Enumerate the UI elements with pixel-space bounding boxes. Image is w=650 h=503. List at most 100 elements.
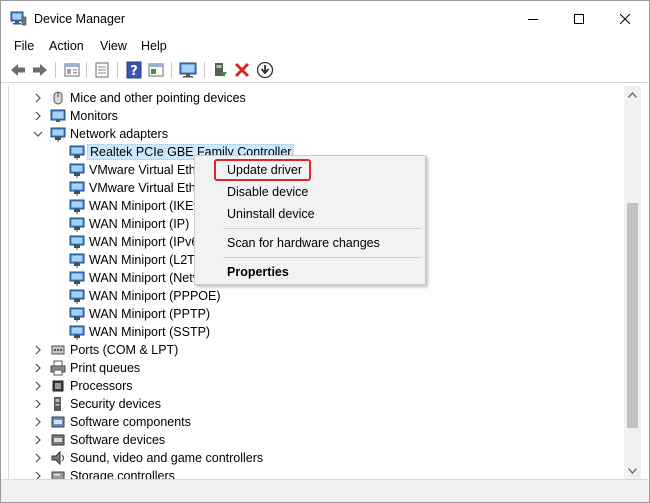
maximize-button[interactable] [556, 1, 602, 36]
menu-bar: File Action View Help [1, 36, 649, 56]
network-card-icon [69, 199, 85, 214]
security-device-icon [54, 397, 61, 411]
chevron-right-icon[interactable] [33, 399, 43, 409]
tree-item-label: VMware Virtual Ethe [89, 181, 203, 195]
tree-item-label: WAN Miniport (IP) [89, 217, 190, 231]
tree-item-label: Software components [70, 415, 191, 429]
chevron-right-icon[interactable] [33, 453, 43, 463]
network-adapter-icon [50, 127, 66, 142]
menu-item-scan-hardware[interactable]: Scan for hardware changes [227, 236, 380, 250]
chevron-right-icon[interactable] [33, 435, 43, 445]
scrollbar-thumb[interactable] [627, 203, 638, 428]
toolbar-separator [86, 62, 87, 78]
tree-item-label: Processors [70, 379, 133, 393]
menu-view[interactable]: View [100, 39, 127, 53]
tree-item-label: Sound, video and game controllers [70, 451, 264, 465]
tree-item-label: WAN Miniport (IPv6 [89, 235, 199, 249]
tree-item-label: Ports (COM & LPT) [70, 343, 179, 357]
chevron-right-icon[interactable] [33, 93, 43, 103]
network-card-icon [69, 163, 85, 178]
tree-row[interactable]: Security devices [9, 395, 624, 413]
network-card-icon [69, 145, 85, 160]
tree-item-label: Print queues [70, 361, 141, 375]
tree-item-label: WAN Miniport (Netv [89, 271, 199, 285]
uninstall-icon[interactable] [232, 60, 252, 80]
close-button[interactable] [602, 1, 648, 36]
network-card-icon [69, 253, 85, 268]
chevron-right-icon[interactable] [33, 363, 43, 373]
network-card-icon [69, 325, 85, 340]
tree-row[interactable]: Mice and other pointing devices [9, 89, 624, 107]
tree-item-label: Network adapters [70, 127, 168, 141]
chevron-up-icon [628, 91, 637, 98]
tree-row[interactable]: Monitors [9, 107, 624, 125]
tree-row[interactable]: Print queues [9, 359, 624, 377]
network-card-icon [69, 271, 85, 286]
menu-item-properties[interactable]: Properties [227, 265, 289, 279]
tree-row[interactable]: WAN Miniport (SSTP) [9, 323, 624, 341]
tree-row[interactable]: Software components [9, 413, 624, 431]
tree-item-label: Software devices [70, 433, 166, 447]
processor-icon [52, 380, 64, 392]
menu-help[interactable]: Help [141, 39, 167, 53]
chevron-right-icon[interactable] [33, 471, 43, 479]
port-icon [51, 345, 65, 355]
toolbar-separator [117, 62, 118, 78]
network-card-icon [69, 235, 85, 250]
chevron-right-icon[interactable] [33, 417, 43, 427]
monitor-scan-icon[interactable] [178, 60, 198, 80]
mouse-icon [53, 91, 63, 105]
tree-row[interactable]: Sound, video and game controllers [9, 449, 624, 467]
svg-text:?: ? [130, 64, 138, 79]
menu-action[interactable]: Action [49, 39, 84, 53]
tree-item-label: WAN Miniport (PPPOE) [89, 289, 221, 303]
tree-item-label: Storage controllers [70, 469, 175, 479]
tree-row[interactable]: Processors [9, 377, 624, 395]
back-arrow-icon[interactable] [8, 60, 28, 80]
update-driver-icon[interactable] [210, 60, 230, 80]
device-manager-window: Device Manager File Action View Help ? M… [0, 0, 650, 503]
help-icon[interactable]: ? [124, 60, 144, 80]
download-icon[interactable] [255, 60, 275, 80]
menu-item-update-driver[interactable]: Update driver [227, 163, 302, 177]
chevron-down-icon[interactable] [33, 129, 43, 139]
maximize-icon [574, 13, 584, 24]
properties-icon[interactable] [62, 60, 82, 80]
tree-row[interactable]: WAN Miniport (PPTP) [9, 305, 624, 323]
title-bar[interactable]: Device Manager [1, 1, 649, 36]
tree-row[interactable]: Software devices [9, 431, 624, 449]
menu-item-disable-device[interactable]: Disable device [227, 185, 308, 199]
close-icon [620, 13, 630, 24]
device-list-icon[interactable] [92, 60, 112, 80]
minimize-button[interactable] [510, 1, 556, 36]
tree-item-label: WAN Miniport (IKEv [89, 199, 200, 213]
printer-icon [50, 360, 66, 376]
chevron-right-icon[interactable] [33, 381, 43, 391]
vertical-scrollbar[interactable] [624, 86, 641, 479]
network-card-icon [69, 307, 85, 322]
scroll-down-button[interactable] [624, 462, 641, 479]
scroll-up-button[interactable] [624, 86, 641, 103]
monitor-icon [50, 109, 66, 122]
tree-item-label: Mice and other pointing devices [70, 91, 246, 105]
view-icon[interactable] [146, 60, 166, 80]
window-title: Device Manager [34, 12, 126, 26]
chevron-right-icon[interactable] [33, 111, 43, 121]
tree-row[interactable]: WAN Miniport (PPPOE) [9, 287, 624, 305]
context-menu: Update driver Disable device Uninstall d… [194, 155, 426, 285]
sound-icon [51, 450, 64, 466]
software-component-icon [51, 416, 65, 428]
tree-item-label: WAN Miniport (L2TI [89, 253, 199, 267]
tree-item-label: Security devices [70, 397, 162, 411]
menu-file[interactable]: File [14, 39, 34, 53]
tree-row[interactable]: Network adapters [9, 125, 624, 143]
tree-item-label: VMware Virtual Ethe [89, 163, 203, 177]
chevron-down-icon [628, 467, 637, 474]
tree-row[interactable]: Storage controllers [9, 467, 624, 479]
toolbar-separator [171, 62, 172, 78]
tree-row[interactable]: Ports (COM & LPT) [9, 341, 624, 359]
forward-arrow-icon[interactable] [30, 60, 50, 80]
toolbar-separator [204, 62, 205, 78]
chevron-right-icon[interactable] [33, 345, 43, 355]
menu-item-uninstall-device[interactable]: Uninstall device [227, 207, 315, 221]
